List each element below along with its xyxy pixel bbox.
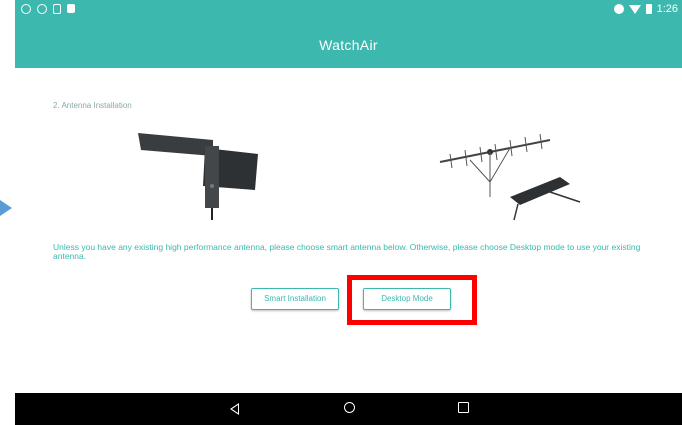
section-title: 2. Antenna Installation [53,101,132,110]
notification-icon [53,4,61,14]
smart-antenna-image [138,133,258,220]
desktop-antenna-image [439,133,581,221]
app-title: WatchAir [15,22,682,68]
highlight-box [347,275,477,325]
notification-icon [21,4,31,14]
main-content: 2. Antenna Installation Unless you have … [15,68,682,393]
system-icons: 1:26 [613,3,678,15]
device-screen: 1:26 WatchAir 2. Antenna Installation Un… [15,0,682,425]
notification-icon [67,4,75,13]
wifi-icon [628,4,641,14]
clock: 1:26 [656,3,678,15]
instruction-text: Unless you have any existing high perfor… [53,242,641,261]
navigation-bar [15,393,682,425]
notification-icons [21,4,75,14]
callout-arrow [0,200,12,216]
back-icon[interactable] [230,403,239,415]
battery-icon [645,4,652,14]
smart-installation-button[interactable]: Smart Installation [251,288,339,310]
dnd-icon [613,4,624,14]
status-bar: 1:26 [15,0,682,22]
recent-apps-icon[interactable] [458,402,469,413]
notification-icon [37,4,47,14]
home-icon[interactable] [344,402,355,413]
